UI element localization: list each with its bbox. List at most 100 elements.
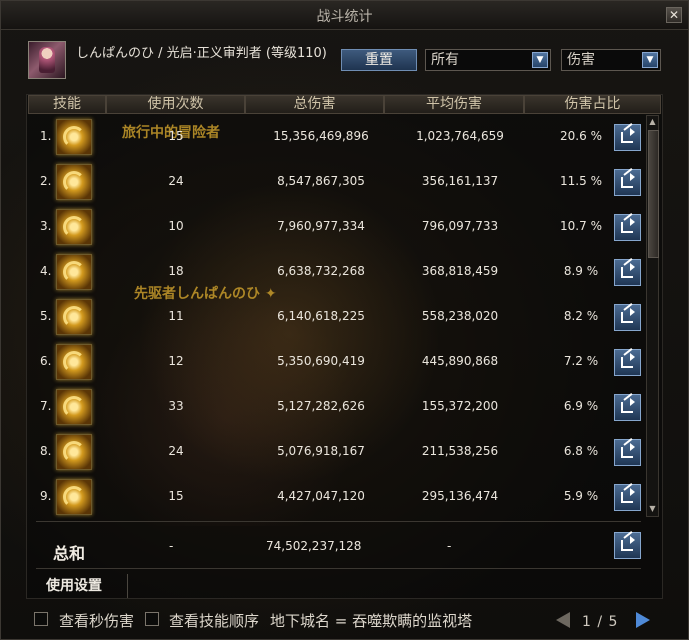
share-button[interactable] xyxy=(614,393,641,421)
row-damage-share: 7.2 % xyxy=(563,354,599,368)
spiral-strike-skill-icon xyxy=(56,434,92,470)
column-header-damage-share[interactable]: 伤害占比 xyxy=(524,95,661,114)
row-avg-damage: 796,097,733 xyxy=(421,219,499,233)
combat-stats-window: 战斗统计 ✕ しんぱんのひ / 光启·正义审判者 (等级110) 重置 所有 ▼… xyxy=(0,0,689,640)
chevron-down-icon[interactable]: ▼ xyxy=(642,52,658,68)
next-page-arrow-icon[interactable] xyxy=(636,612,650,628)
row-avg-damage: 1,023,764,659 xyxy=(416,129,504,143)
row-total-damage: 7,960,977,334 xyxy=(277,219,365,233)
vortex-skill-icon xyxy=(56,119,92,155)
row-total-damage: 6,140,618,225 xyxy=(277,309,365,323)
row-damage-share: 5.9 % xyxy=(563,489,599,503)
cross-slash-skill-icon xyxy=(56,299,92,335)
page-indicator: 1 / 5 xyxy=(582,614,619,630)
share-arrowhead-icon xyxy=(630,128,635,136)
share-button[interactable] xyxy=(614,213,641,241)
column-header-uses[interactable]: 使用次数 xyxy=(106,95,245,114)
character-avatar xyxy=(28,41,66,79)
table-row: 9. 15 4,427,047,120 295,136,474 5.9 % xyxy=(28,476,643,521)
chevron-down-icon[interactable]: ▼ xyxy=(532,52,548,68)
row-total-damage: 4,427,047,120 xyxy=(277,489,365,503)
row-avg-damage: 368,818,459 xyxy=(421,264,499,278)
column-header-skill[interactable]: 技能 xyxy=(28,95,106,114)
share-arrowhead-icon xyxy=(630,173,635,181)
filter-type-value: 伤害 xyxy=(567,52,595,68)
table-row: 8. 24 5,076,918,167 211,538,256 6.8 % xyxy=(28,431,643,476)
window-title: 战斗统计 xyxy=(316,9,373,25)
reset-button[interactable]: 重置 xyxy=(341,49,417,71)
chevron-up-icon[interactable]: ▲ xyxy=(648,117,657,128)
row-damage-share: 10.7 % xyxy=(560,219,602,233)
share-button[interactable] xyxy=(614,348,641,376)
row-damage-share: 11.5 % xyxy=(560,174,602,188)
row-total-damage: 8,547,867,305 xyxy=(277,174,365,188)
row-total-damage: 5,350,690,419 xyxy=(277,354,365,368)
thorns-skill-icon xyxy=(56,389,92,425)
prev-page-arrow-icon[interactable] xyxy=(556,612,570,628)
row-total-damage: 15,356,469,896 xyxy=(273,129,369,143)
row-damage-share: 6.9 % xyxy=(563,399,599,413)
lightning-skill-icon xyxy=(56,209,92,245)
table-row: 1. 15 15,356,469,896 1,023,764,659 20.6 … xyxy=(28,116,643,161)
share-button[interactable] xyxy=(614,483,641,511)
row-avg-damage: 295,136,474 xyxy=(421,489,499,503)
row-uses: 12 xyxy=(168,354,184,368)
pagination: 1 / 5 xyxy=(556,610,676,632)
summary-total-damage: 74,502,237,128 xyxy=(266,539,362,553)
column-header-total-damage[interactable]: 总伤害 xyxy=(245,95,384,114)
summary-avg-damage: - xyxy=(447,539,452,553)
share-arrowhead-icon xyxy=(630,536,635,544)
row-total-damage: 5,076,918,167 xyxy=(277,444,365,458)
table-row: 7. 33 5,127,282,626 155,372,200 6.9 % xyxy=(28,386,643,431)
flame-skill-icon xyxy=(56,344,92,380)
table-row: 2. 24 8,547,867,305 356,161,137 11.5 % xyxy=(28,161,643,206)
row-damage-share: 8.9 % xyxy=(563,264,599,278)
share-arrowhead-icon xyxy=(630,263,635,271)
share-button[interactable] xyxy=(614,168,641,196)
table-header: 技能 使用次数 总伤害 平均伤害 伤害占比 xyxy=(28,95,661,115)
table-row: 6. 12 5,350,690,419 445,890,868 7.2 % xyxy=(28,341,643,386)
row-avg-damage: 211,538,256 xyxy=(421,444,499,458)
row-uses: 33 xyxy=(168,399,184,413)
column-header-avg-damage[interactable]: 平均伤害 xyxy=(384,95,524,114)
row-avg-damage: 558,238,020 xyxy=(421,309,499,323)
close-button[interactable]: ✕ xyxy=(666,7,682,23)
row-avg-damage: 155,372,200 xyxy=(421,399,499,413)
table-row: 3. 10 7,960,977,334 796,097,733 10.7 % xyxy=(28,206,643,251)
filter-scope-value: 所有 xyxy=(431,52,459,68)
row-uses: 10 xyxy=(168,219,184,233)
row-damage-share: 6.8 % xyxy=(563,444,599,458)
share-button[interactable] xyxy=(614,438,641,466)
share-button[interactable] xyxy=(614,303,641,331)
share-button[interactable] xyxy=(614,123,641,151)
skill-order-checkbox[interactable] xyxy=(145,612,159,626)
share-arrowhead-icon xyxy=(630,308,635,316)
filter-scope-dropdown[interactable]: 所有 ▼ xyxy=(425,49,551,71)
slash-waves-skill-icon xyxy=(56,164,92,200)
row-avg-damage: 445,890,868 xyxy=(421,354,499,368)
per-second-checkbox[interactable] xyxy=(34,612,48,626)
row-damage-share: 20.6 % xyxy=(560,129,602,143)
summary-label: 总和 xyxy=(53,544,86,563)
share-button[interactable] xyxy=(614,258,641,286)
share-arrowhead-icon xyxy=(630,488,635,496)
table-scrollbar[interactable]: ▲ ▼ xyxy=(646,115,659,517)
player-name-label: しんぱんのひ / 光启·正义审判者 (等级110) xyxy=(76,46,327,61)
chevron-down-icon[interactable]: ▼ xyxy=(648,504,657,515)
row-total-damage: 6,638,732,268 xyxy=(277,264,365,278)
share-arrowhead-icon xyxy=(630,443,635,451)
row-total-damage: 5,127,282,626 xyxy=(277,399,365,413)
title-bar[interactable]: 战斗统计 ✕ xyxy=(1,1,688,30)
filter-type-dropdown[interactable]: 伤害 ▼ xyxy=(561,49,661,71)
row-uses: 24 xyxy=(168,444,184,458)
share-arrowhead-icon xyxy=(630,218,635,226)
row-uses: 24 xyxy=(168,174,184,188)
row-uses: 15 xyxy=(168,129,184,143)
summary-share-button[interactable] xyxy=(614,531,641,559)
table-row: 4. 18 6,638,732,268 368,818,459 8.9 % xyxy=(28,251,643,296)
usage-settings-tab[interactable]: 使用设置 xyxy=(38,574,128,598)
settings-divider xyxy=(36,568,641,569)
scroll-thumb[interactable] xyxy=(648,130,659,258)
summary-uses: - xyxy=(169,539,174,553)
swirl-skill-icon xyxy=(56,479,92,515)
